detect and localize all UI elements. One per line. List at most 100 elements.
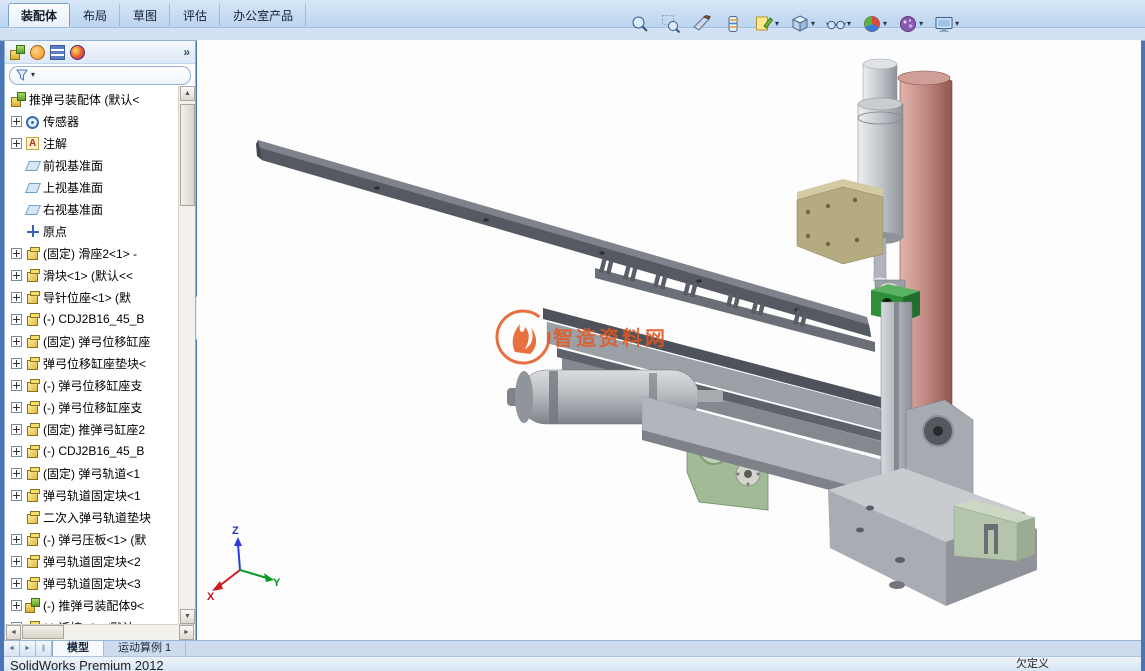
expander-icon[interactable] (11, 423, 22, 435)
document-tab[interactable]: 运动算例 1 (104, 641, 187, 657)
filter-funnel-icon (16, 69, 28, 81)
display-manager-tab-icon[interactable] (70, 44, 85, 60)
tab-splitter-handle[interactable]: ∥ (36, 641, 52, 657)
tree-item[interactable]: 推弹弓装配体 (默认< (5, 88, 178, 110)
expander-icon[interactable] (11, 357, 22, 369)
scroll-down-button[interactable]: ▼ (180, 609, 195, 624)
tree-item[interactable]: 二次入弹弓轨道垫块 (5, 506, 178, 528)
scroll-right-button[interactable]: ► (179, 625, 194, 640)
tree-item[interactable]: 弹弓轨道固定块<3 (5, 572, 178, 594)
expander-icon[interactable] (11, 115, 22, 127)
tree-item[interactable]: (-) 推弹弓装配体9< (5, 594, 178, 616)
tree-item[interactable]: 传感器 (5, 110, 178, 132)
scroll-thumb[interactable] (22, 625, 64, 639)
slice-stripes-icon[interactable] (721, 11, 745, 37)
tree-item-icon (25, 158, 40, 173)
tree-item[interactable]: 上视基准面 (5, 176, 178, 198)
tree-item[interactable]: 前视基准面 (5, 154, 178, 176)
expander-icon[interactable] (11, 577, 22, 589)
tree-item-label: 右视基准面 (43, 202, 104, 217)
command-tab[interactable]: 评估 (170, 3, 221, 27)
tree-item-icon (25, 136, 40, 151)
scroll-up-button[interactable]: ▲ (180, 86, 195, 101)
tab-scroll-right-button[interactable]: ► (20, 641, 36, 657)
expander-icon[interactable] (11, 379, 22, 391)
expander-icon[interactable] (11, 401, 22, 413)
tree-item-icon (25, 488, 40, 503)
dropdown-arrow-icon[interactable]: ▾ (955, 19, 959, 29)
tree-item-icon (25, 554, 40, 569)
tree-vertical-scrollbar[interactable]: ▲ ▼ (178, 86, 195, 624)
view-settings-icon[interactable]: ▾ (932, 11, 961, 37)
tree-item[interactable]: (-) 迁接<1> (默认 (5, 616, 178, 624)
dropdown-arrow-icon[interactable]: ▾ (847, 19, 851, 29)
expander-icon[interactable] (11, 599, 22, 611)
tree-item[interactable]: (固定) 滑座2<1> - (5, 242, 178, 264)
zoom-fit-icon[interactable] (628, 11, 652, 37)
command-tab[interactable]: 布局 (70, 3, 121, 27)
expander-icon[interactable] (11, 467, 22, 479)
dropdown-arrow-icon[interactable]: ▾ (775, 19, 779, 29)
expander-icon[interactable] (11, 291, 22, 303)
dropdown-arrow-icon[interactable]: ▾ (811, 19, 815, 29)
edit-appearance-icon[interactable]: ▾ (752, 11, 781, 37)
feature-manager-tab-icon[interactable] (10, 44, 25, 60)
tree-item-icon (25, 400, 40, 415)
dropdown-arrow-icon[interactable]: ▾ (883, 19, 887, 29)
tree-item-label: 上视基准面 (43, 180, 104, 195)
expander-icon[interactable] (11, 445, 22, 457)
apply-scene-icon[interactable]: ▾ (896, 11, 925, 37)
tree-horizontal-scrollbar[interactable]: ◄ ► (5, 624, 195, 640)
tree-item[interactable]: 原点 (5, 220, 178, 242)
tree-item[interactable]: 弹弓轨道固定块<1 (5, 484, 178, 506)
axis-y-label: Y (273, 577, 281, 589)
tree-item[interactable]: (-) 弹弓位移缸座支 (5, 374, 178, 396)
expander-icon[interactable] (11, 533, 22, 545)
tree-item[interactable]: 注解 (5, 132, 178, 154)
tree-filter-input[interactable]: ▾ (9, 65, 191, 85)
expander-icon[interactable] (11, 247, 22, 259)
tree-item-icon (25, 576, 40, 591)
command-tab[interactable]: 草图 (120, 3, 171, 27)
appearance-sphere-icon[interactable]: ▾ (860, 11, 889, 37)
property-manager-tab-icon[interactable] (30, 44, 45, 60)
expander-icon[interactable] (11, 313, 22, 325)
tree-item-label: (-) CDJ2B16_45_B (43, 312, 145, 326)
tree-item[interactable]: (-) CDJ2B16_45_B (5, 440, 178, 462)
tree-item[interactable]: (固定) 推弹弓缸座2 (5, 418, 178, 440)
product-name-label: SolidWorks Premium 2012 (10, 658, 164, 671)
tree-item[interactable]: 滑块<1> (默认<< (5, 264, 178, 286)
zoom-area-icon[interactable] (659, 11, 683, 37)
expander-icon[interactable] (11, 137, 22, 149)
expander-icon[interactable] (11, 555, 22, 567)
command-tab[interactable]: 装配体 (8, 3, 71, 27)
tree-item-label: (-) 弹弓位移缸座支 (43, 400, 143, 415)
view-orientation-icon[interactable]: ▾ (788, 11, 817, 37)
tree-item[interactable]: (-) CDJ2B16_45_B (5, 308, 178, 330)
panel-overflow-button[interactable]: » (183, 45, 190, 59)
tree-item[interactable]: 弹弓轨道固定块<2 (5, 550, 178, 572)
define-state-label: 欠定义 (1016, 658, 1049, 670)
configuration-manager-tab-icon[interactable] (50, 44, 65, 60)
scroll-thumb[interactable] (180, 104, 195, 206)
tree-item[interactable]: 导针位座<1> (默 (5, 286, 178, 308)
filter-dropdown-icon[interactable]: ▾ (31, 70, 35, 80)
command-tab[interactable]: 办公室产品 (220, 3, 307, 27)
document-tab[interactable]: 模型 (52, 641, 104, 657)
section-view-icon[interactable] (690, 11, 714, 37)
expander-icon[interactable] (11, 335, 22, 347)
tree-item-icon (25, 268, 40, 283)
scroll-left-button[interactable]: ◄ (6, 625, 21, 640)
expander-icon[interactable] (11, 269, 22, 281)
hide-show-items-icon[interactable]: ▾ (824, 11, 853, 37)
expander-icon[interactable] (11, 489, 22, 501)
tree-item[interactable]: (固定) 弹弓位移缸座 (5, 330, 178, 352)
graphics-viewport[interactable]: Z X Y 智造资料网 (197, 40, 1141, 641)
dropdown-arrow-icon[interactable]: ▾ (919, 19, 923, 29)
tree-item[interactable]: (-) 弹弓压板<1> (默 (5, 528, 178, 550)
tab-scroll-left-button[interactable]: ◄ (4, 641, 20, 657)
tree-item[interactable]: 弹弓位移缸座垫块< (5, 352, 178, 374)
tree-item[interactable]: 右视基准面 (5, 198, 178, 220)
tree-item[interactable]: (固定) 弹弓轨道<1 (5, 462, 178, 484)
tree-item[interactable]: (-) 弹弓位移缸座支 (5, 396, 178, 418)
